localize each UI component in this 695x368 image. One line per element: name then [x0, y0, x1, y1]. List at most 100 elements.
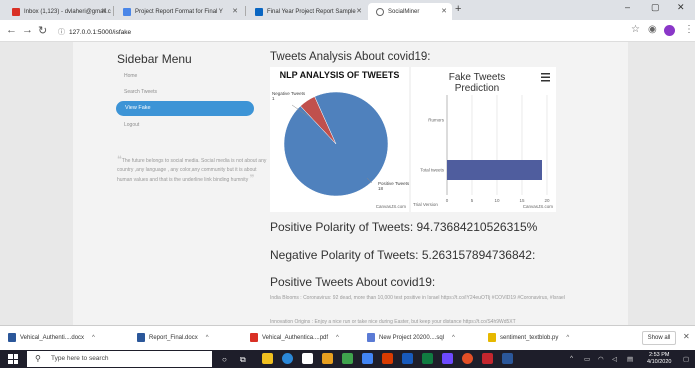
wifi-icon[interactable]: ◠: [598, 355, 604, 363]
download-label: Vehical_Authentica....pdf: [262, 334, 329, 341]
reload-icon[interactable]: ↻: [38, 24, 47, 37]
bar-chart: Fake Tweets Prediction Trial Version Canv…: [413, 72, 554, 209]
network-icon[interactable]: ▭: [584, 355, 590, 363]
positive-polarity: Positive Polarity of Tweets: 94.73684210…: [270, 220, 538, 234]
app-icon[interactable]: [442, 353, 453, 364]
page-title: Tweets Analysis About covid19:: [270, 51, 431, 63]
tab-divider: [113, 6, 114, 16]
excel-icon[interactable]: [422, 353, 433, 364]
url-text: 127.0.0.1:5000/isfake: [69, 29, 132, 36]
clock-date: 4/10/2020: [647, 359, 672, 365]
chevron-up-icon[interactable]: ^: [452, 335, 455, 341]
volume-icon[interactable]: ◁: [612, 355, 617, 363]
keyboard-icon[interactable]: ▤: [627, 355, 633, 363]
new-tab-button[interactable]: +: [455, 3, 461, 15]
close-downloads-icon[interactable]: ✕: [683, 332, 690, 341]
clock[interactable]: 2:53 PM 4/10/2020: [647, 352, 671, 366]
linkedin-icon: [255, 7, 263, 16]
pdf-reader-icon[interactable]: [482, 353, 493, 364]
download-item[interactable]: Report_Final.docx ^: [137, 333, 209, 342]
screen: Inbox (1,123) - dvlaheri@gmail.c ✕ Proje…: [0, 0, 695, 368]
maximize-button[interactable]: ▢: [651, 2, 660, 13]
word-icon[interactable]: [402, 353, 413, 364]
download-item[interactable]: Vehical_Authentica....pdf ^: [250, 333, 339, 342]
close-icon[interactable]: ✕: [441, 7, 447, 15]
edge-icon[interactable]: [282, 353, 293, 364]
chrome-icon[interactable]: [462, 353, 473, 364]
pie-chart-title: NLP ANALYSIS OF TWEETS: [280, 70, 400, 80]
close-icon[interactable]: ✕: [232, 7, 238, 15]
tab-divider: [245, 6, 246, 16]
tab-linkedin[interactable]: Final Year Project Report Sample ✕: [247, 3, 367, 20]
minimize-button[interactable]: –: [625, 2, 630, 12]
close-icon[interactable]: ✕: [101, 7, 107, 15]
chart-credit: CanvasJS.com: [523, 204, 554, 209]
word-icon[interactable]: [502, 353, 513, 364]
close-icon[interactable]: ✕: [356, 7, 362, 15]
doc-icon: [123, 7, 131, 16]
hamburger-menu-icon[interactable]: [541, 73, 550, 82]
pie-slice: [283, 91, 389, 197]
sidebar-item-view-fake[interactable]: View Fake: [116, 101, 254, 116]
windows-start-icon[interactable]: [8, 354, 18, 364]
search-icon: ⚲: [35, 354, 41, 363]
mail-icon[interactable]: [302, 353, 313, 364]
download-item[interactable]: Vehical_Authenti....docx ^: [8, 333, 95, 342]
quote-text: The future belongs to social media. Soci…: [117, 158, 267, 183]
tab-gmail[interactable]: Inbox (1,123) - dvlaheri@gmail.c ✕: [4, 3, 112, 20]
sidebar-item-home[interactable]: Home: [124, 73, 137, 79]
back-icon[interactable]: ←: [6, 24, 17, 36]
extension-icon[interactable]: ◉: [648, 24, 657, 35]
python-file-icon: [488, 333, 496, 342]
bar-chart-panel: Fake Tweets Prediction Trial Version Canv…: [411, 67, 556, 212]
url-field[interactable]: ⓘ 127.0.0.1:5000/isfake: [58, 27, 131, 37]
store-icon[interactable]: [322, 353, 333, 364]
sidebar-quote: ❝The future belongs to social media. Soc…: [117, 155, 267, 185]
show-all-button[interactable]: Show all: [642, 331, 676, 345]
file-explorer-icon[interactable]: [262, 353, 273, 364]
window-close-button[interactable]: ✕: [677, 2, 685, 13]
bar: [447, 160, 542, 180]
profile-avatar[interactable]: [664, 25, 675, 36]
tab-label: Project Report Format for Final Y: [135, 8, 223, 15]
y-category-label: Rumors: [428, 118, 445, 123]
address-bar: ← → ↻ ⓘ 127.0.0.1:5000/isfake ☆ ◉ ⋮: [0, 20, 695, 42]
star-icon[interactable]: ☆: [631, 24, 640, 35]
download-label: sentiment_textblob.py: [500, 334, 559, 341]
downloads-bar: Vehical_Authenti....docx ^ Report_Final.d…: [0, 325, 695, 350]
notification-icon[interactable]: ▢: [683, 355, 689, 363]
tweet-item: India Blooms : Coronavirus: 92 dead, mor…: [270, 295, 565, 301]
tab-bar: Inbox (1,123) - dvlaheri@gmail.c ✕ Proje…: [0, 0, 695, 20]
sidebar-item-search-tweets[interactable]: Search Tweets: [124, 89, 157, 95]
gmail-icon: [12, 7, 20, 16]
chevron-up-icon[interactable]: ^: [336, 335, 339, 341]
chart-credit: CanvasJS.com: [376, 204, 407, 209]
forward-icon[interactable]: →: [22, 24, 33, 36]
task-view-icon[interactable]: ⧉: [240, 355, 246, 365]
pie-chart: NLP ANALYSIS OF TWEETS CanvasJS.com Nega…: [272, 70, 410, 209]
sidebar-item-logout[interactable]: Logout: [124, 122, 139, 128]
chevron-up-icon[interactable]: ^: [566, 335, 569, 341]
tab-project-report[interactable]: Project Report Format for Final Y ✕: [115, 3, 243, 20]
app-icon[interactable]: [382, 353, 393, 364]
download-label: Vehical_Authenti....docx: [20, 334, 85, 341]
tab-label: SocialMiner: [388, 8, 420, 15]
taskbar-search[interactable]: ⚲ Type here to search: [27, 351, 212, 367]
globe-icon: [376, 7, 384, 16]
tab-socialminer[interactable]: SocialMiner ✕: [368, 3, 452, 20]
app-icon[interactable]: [362, 353, 373, 364]
chevron-up-icon[interactable]: ^: [570, 355, 573, 362]
download-item[interactable]: sentiment_textblob.py ^: [488, 333, 569, 342]
chevron-up-icon[interactable]: ^: [206, 335, 209, 341]
x-tick-label: 5: [471, 198, 474, 203]
menu-icon[interactable]: ⋮: [684, 24, 694, 35]
app-icon[interactable]: [342, 353, 353, 364]
tab-label: Inbox (1,123) - dvlaheri@gmail.c: [24, 8, 111, 15]
bar-chart-title: Fake Tweets Prediction: [449, 72, 506, 94]
sql-file-icon: [367, 333, 375, 342]
chevron-up-icon[interactable]: ^: [92, 335, 95, 341]
tweet-item: Innovation Origins : Enjoy a nice run or…: [270, 319, 516, 324]
cortana-icon[interactable]: ○: [222, 355, 227, 364]
info-icon: ⓘ: [58, 29, 65, 36]
download-item[interactable]: New Project 20200....sql ^: [367, 333, 455, 342]
